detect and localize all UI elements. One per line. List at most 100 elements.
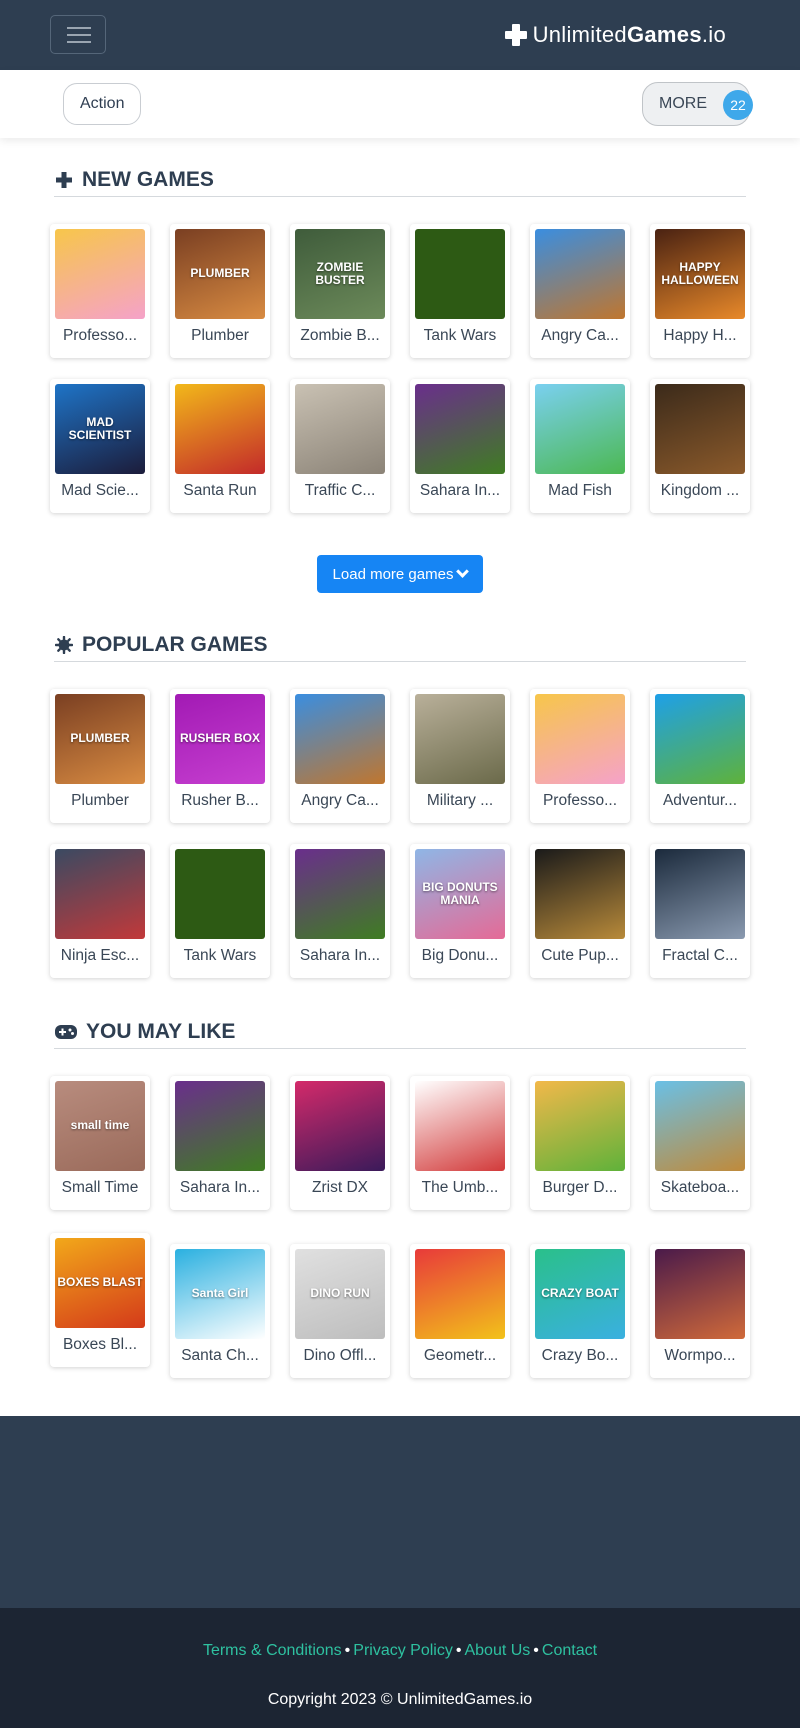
game-card[interactable]: Angry Ca... — [290, 689, 390, 823]
game-card[interactable]: ZOMBIE BUSTER Zombie B... — [290, 224, 390, 358]
game-thumbnail — [55, 229, 145, 319]
more-label: MORE — [659, 95, 707, 112]
game-card[interactable]: Ninja Esc... — [50, 844, 150, 978]
game-thumbnail — [295, 849, 385, 939]
game-card[interactable]: HAPPY HALLOWEEN Happy H... — [650, 224, 750, 358]
game-thumbnail — [295, 384, 385, 474]
game-thumbnail — [655, 384, 745, 474]
game-title: Adventur... — [662, 792, 738, 809]
game-thumbnail: DINO RUN — [295, 1249, 385, 1339]
sun-icon — [54, 635, 74, 655]
game-card[interactable]: RUSHER BOX Rusher B... — [170, 689, 270, 823]
game-card[interactable]: Santa Run — [170, 379, 270, 513]
game-thumbnail — [415, 1249, 505, 1339]
game-thumbnail — [415, 384, 505, 474]
game-thumbnail — [655, 694, 745, 784]
game-thumbnail: PLUMBER — [175, 229, 265, 319]
game-card[interactable]: Sahara In... — [410, 379, 510, 513]
game-title: Ninja Esc... — [60, 947, 140, 964]
game-thumbnail — [175, 384, 265, 474]
load-more-button[interactable]: Load more games — [317, 555, 483, 593]
game-title: Dino Offl... — [303, 1347, 377, 1364]
game-card[interactable]: BIG DONUTS MANIA Big Donu... — [410, 844, 510, 978]
category-pill-action[interactable]: Action — [63, 83, 142, 125]
game-card[interactable]: CRAZY BOAT Crazy Bo... — [530, 1244, 630, 1378]
game-card[interactable]: MAD SCIENTIST Mad Scie... — [50, 379, 150, 513]
game-title: Kingdom ... — [660, 482, 740, 499]
game-card[interactable]: Sahara In... — [290, 844, 390, 978]
cross-logo-icon — [504, 24, 527, 46]
game-title: Wormpo... — [664, 1347, 736, 1364]
game-thumbnail: CRAZY BOAT — [535, 1249, 625, 1339]
game-card[interactable]: The Umb... — [410, 1076, 510, 1210]
more-categories-button[interactable]: MORE 22 — [642, 82, 753, 126]
footer-separator: • — [344, 1642, 351, 1659]
game-card[interactable]: PLUMBER Plumber — [50, 689, 150, 823]
copyright-text: Copyright 2023 © UnlimitedGames.io — [267, 1691, 533, 1708]
game-thumbnail — [415, 229, 505, 319]
game-thumbnail — [415, 694, 505, 784]
game-card[interactable]: Angry Ca... — [530, 224, 630, 358]
game-title: Angry Ca... — [541, 327, 619, 344]
game-card[interactable]: Burger D... — [530, 1076, 630, 1210]
game-title: Traffic C... — [304, 482, 376, 499]
game-thumbnail: BOXES BLAST — [55, 1238, 145, 1328]
game-card[interactable]: DINO RUN Dino Offl... — [290, 1244, 390, 1378]
game-card[interactable]: Tank Wars — [170, 844, 270, 978]
game-card[interactable]: Military ... — [410, 689, 510, 823]
game-thumbnail — [535, 1081, 625, 1171]
game-card[interactable]: Sahara In... — [170, 1076, 270, 1210]
brand-name-light: Unlimited — [532, 22, 627, 47]
game-card[interactable]: Mad Fish — [530, 379, 630, 513]
game-card[interactable]: Tank Wars — [410, 224, 510, 358]
game-card[interactable]: PLUMBER Plumber — [170, 224, 270, 358]
game-thumbnail: Santa Girl — [175, 1249, 265, 1339]
game-title: Cute Pup... — [541, 947, 619, 964]
section-label: NEW GAMES — [82, 167, 214, 191]
game-card[interactable]: Geometr... — [410, 1244, 510, 1378]
game-thumbnail: RUSHER BOX — [175, 694, 265, 784]
load-more-label: Load more games — [332, 565, 454, 583]
footer-link-contact[interactable]: Contact — [542, 1642, 597, 1659]
game-thumbnail — [655, 849, 745, 939]
game-card[interactable]: Traffic C... — [290, 379, 390, 513]
hamburger-line — [67, 41, 91, 43]
hamburger-line — [67, 34, 91, 36]
game-title: Professo... — [542, 792, 618, 809]
game-card[interactable]: BOXES BLAST Boxes Bl... — [50, 1233, 150, 1367]
category-bar: Action MORE 22 — [0, 70, 800, 138]
game-title: Tank Wars — [183, 947, 257, 964]
game-title: Santa Ch... — [181, 1347, 259, 1364]
game-card[interactable]: Adventur... — [650, 689, 750, 823]
game-title: Fractal C... — [662, 947, 738, 964]
game-card[interactable]: Santa Girl Santa Ch... — [170, 1244, 270, 1378]
game-card[interactable]: Professo... — [50, 224, 150, 358]
game-thumbnail: BIG DONUTS MANIA — [415, 849, 505, 939]
game-card[interactable]: Wormpo... — [650, 1244, 750, 1378]
footer-separator: • — [533, 1642, 539, 1659]
game-card[interactable]: Skateboa... — [650, 1076, 750, 1210]
footer-link-about[interactable]: About Us — [464, 1642, 530, 1659]
brand-logo-link[interactable]: Unlimited Games .io — [504, 20, 726, 50]
footer: Terms & Conditions • Privacy Policy • About … — [0, 1608, 800, 1728]
game-card[interactable]: Kingdom ... — [650, 379, 750, 513]
game-card[interactable]: Cute Pup... — [530, 844, 630, 978]
hamburger-menu-button[interactable] — [50, 15, 106, 54]
game-title: Small Time — [61, 1179, 139, 1196]
game-thumbnail — [535, 849, 625, 939]
game-title: Santa Run — [183, 482, 257, 499]
game-thumbnail — [535, 384, 625, 474]
game-title: Geometr... — [423, 1347, 497, 1364]
brand-name-suffix: .io — [701, 22, 726, 47]
game-title: Tank Wars — [423, 327, 497, 344]
game-thumbnail: HAPPY HALLOWEEN — [655, 229, 745, 319]
game-thumbnail — [535, 694, 625, 784]
footer-link-terms[interactable]: Terms & Conditions — [203, 1642, 342, 1659]
game-card[interactable]: Zrist DX — [290, 1076, 390, 1210]
game-title: Skateboa... — [660, 1179, 740, 1196]
game-card[interactable]: small time Small Time — [50, 1076, 150, 1210]
game-card[interactable]: Professo... — [530, 689, 630, 823]
section-label: YOU MAY LIKE — [86, 1019, 236, 1043]
footer-link-privacy[interactable]: Privacy Policy — [353, 1642, 453, 1659]
game-card[interactable]: Fractal C... — [650, 844, 750, 978]
